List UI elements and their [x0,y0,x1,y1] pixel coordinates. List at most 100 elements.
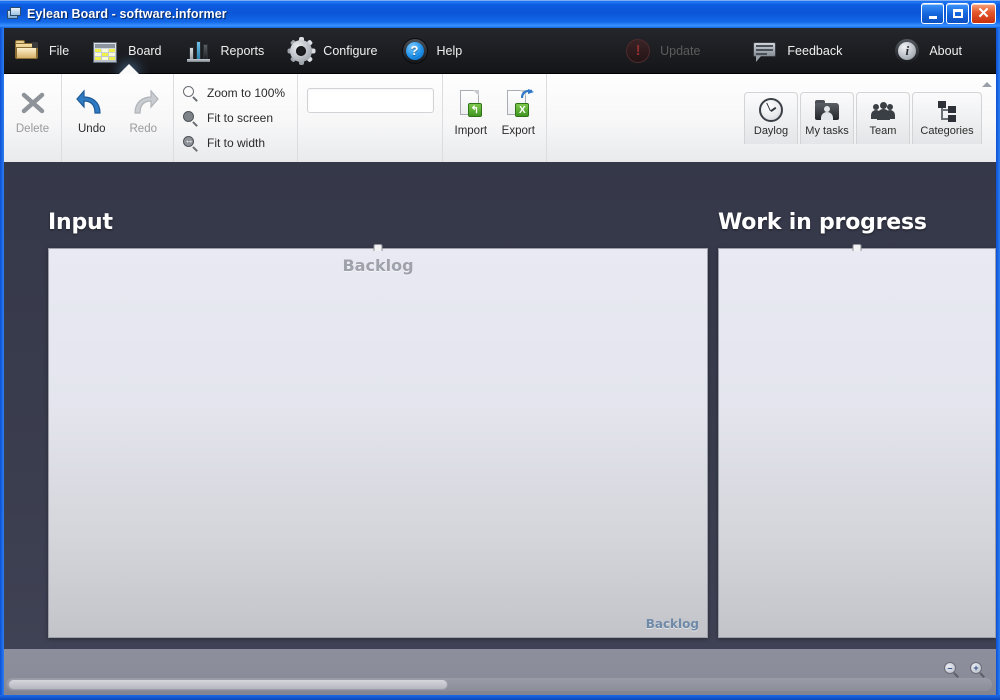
ribbon-group-file: ↰ Import X Export [443,74,548,162]
delete-button-label: Delete [15,123,50,135]
folder-person-icon [814,98,840,124]
import-button[interactable]: ↰ Import [447,74,495,137]
window-frame-left [0,28,4,700]
menu-item-feedback[interactable]: Feedback [742,28,856,74]
ribbon-toolbar: Delete Undo Redo Zoom to 100% Fit to scr… [4,74,996,162]
close-button[interactable]: ✕ [971,3,996,24]
ribbon-group-history: Undo Redo [62,74,174,162]
zoom-to-100-button[interactable]: Zoom to 100% [182,83,285,103]
panel-backlog-title: Backlog [342,256,414,275]
export-button[interactable]: X Export [495,74,543,137]
panel-collapse-handle-wip[interactable] [852,244,862,251]
maximize-button[interactable] [946,3,969,24]
menu-item-about[interactable]: i About [884,28,976,74]
x-cross-icon [16,86,50,120]
magnifier-icon [182,85,199,102]
horizontal-scrollbar[interactable] [6,678,992,691]
exclamation-circle-icon: ! [625,38,651,64]
menu-item-board[interactable]: Board [83,28,175,74]
my-tasks-button[interactable]: My tasks [800,92,854,144]
panel-collapse-handle[interactable] [373,244,383,251]
folder-icon [14,38,40,64]
chevron-up-icon[interactable] [981,78,993,90]
undo-arrow-icon [75,86,109,120]
board-window-icon [6,6,22,22]
maximize-icon [952,9,963,18]
board-canvas[interactable]: Input Backlog Backlog Work in progress [4,162,996,649]
grid-icon [93,38,119,64]
export-badge: X [515,103,530,117]
window-title: Eylean Board - software.informer [27,7,227,21]
team-button-label: Team [869,125,897,137]
clock-icon [758,98,784,124]
menu-item-feedback-label: Feedback [787,43,843,58]
magnifier-filled-icon [182,110,199,127]
status-bar: – + [4,649,996,695]
undo-button-label: Undo [78,123,106,135]
redo-arrow-icon [126,86,160,120]
board-panel-wip[interactable] [718,244,996,638]
export-button-label: Export [501,125,535,137]
daylog-button[interactable]: Daylog [744,92,798,144]
menu-item-reports[interactable]: Reports [176,28,279,74]
board-column-input: Input Backlog Backlog [48,162,712,638]
fit-to-width-button[interactable]: Fit to width [182,133,265,153]
import-button-label: Import [454,125,488,137]
search-box[interactable] [306,88,481,113]
menu-item-help-label: Help [436,43,463,58]
gear-icon [287,36,316,65]
window-controls: ✕ [921,3,996,24]
title-bar: Eylean Board - software.informer ✕ [0,0,1000,28]
panel-backlog-corner-label: Backlog [645,617,699,631]
board-view-tabs: Daylog My tasks Team Categories [744,92,982,144]
menu-item-update-label: Update [660,43,701,58]
zoom-to-100-label: Zoom to 100% [207,86,286,100]
people-group-icon [870,98,896,124]
info-circle-icon: i [894,38,920,64]
zoom-in-icon[interactable]: + [970,662,986,678]
menu-item-update: ! Update [615,28,714,74]
categories-button[interactable]: Categories [912,92,982,144]
menu-item-file-label: File [49,43,70,58]
board-column-input-title: Input [48,210,113,235]
menu-item-board-label: Board [128,43,162,58]
menu-item-help[interactable]: ? Help [392,28,477,74]
fit-to-width-label: Fit to width [207,136,266,150]
question-mark-icon: ? [402,38,428,64]
import-document-icon: ↰ [454,88,488,122]
menu-item-reports-label: Reports [220,43,265,58]
hierarchy-icon [934,98,960,124]
categories-button-label: Categories [920,125,974,137]
undo-button[interactable]: Undo [66,74,118,135]
speech-bubble-icon [752,38,778,64]
redo-button: Redo [118,74,170,135]
menu-item-file[interactable]: File [4,28,83,74]
scrollbar-thumb[interactable] [8,679,448,690]
window-frame-right [996,28,1000,700]
close-icon: ✕ [977,4,990,22]
minimize-icon [928,15,937,19]
ribbon-group-search [298,74,481,162]
board-column-work-in-progress: Work in progress [718,162,996,638]
import-badge: ↰ [467,103,482,117]
menu-item-about-label: About [929,43,962,58]
board-column-work-in-progress-title: Work in progress [718,210,927,235]
export-arrow-icon [521,89,535,99]
my-tasks-button-label: My tasks [805,125,849,137]
board-panel-backlog[interactable]: Backlog Backlog [48,244,708,638]
bar-chart-icon [186,38,212,64]
zoom-out-icon[interactable]: – [944,662,960,678]
fit-to-screen-button[interactable]: Fit to screen [182,108,273,128]
menu-item-configure-label: Configure [323,43,378,58]
ribbon-group-delete: Delete [4,74,62,162]
application-window: Eylean Board - software.informer ✕ File [0,0,1000,700]
fit-to-screen-label: Fit to screen [207,111,274,125]
magnifier-width-icon [182,134,199,152]
window-frame-bottom [0,695,1000,700]
ribbon-group-zoom: Zoom to 100% Fit to screen Fit to width [174,74,299,162]
menu-item-configure[interactable]: Configure [278,28,391,74]
redo-button-label: Redo [129,123,158,135]
team-button[interactable]: Team [856,92,910,144]
main-menu-bar: File Board Reports Configure ? Help ! Up… [4,28,996,74]
minimize-button[interactable] [921,3,944,24]
